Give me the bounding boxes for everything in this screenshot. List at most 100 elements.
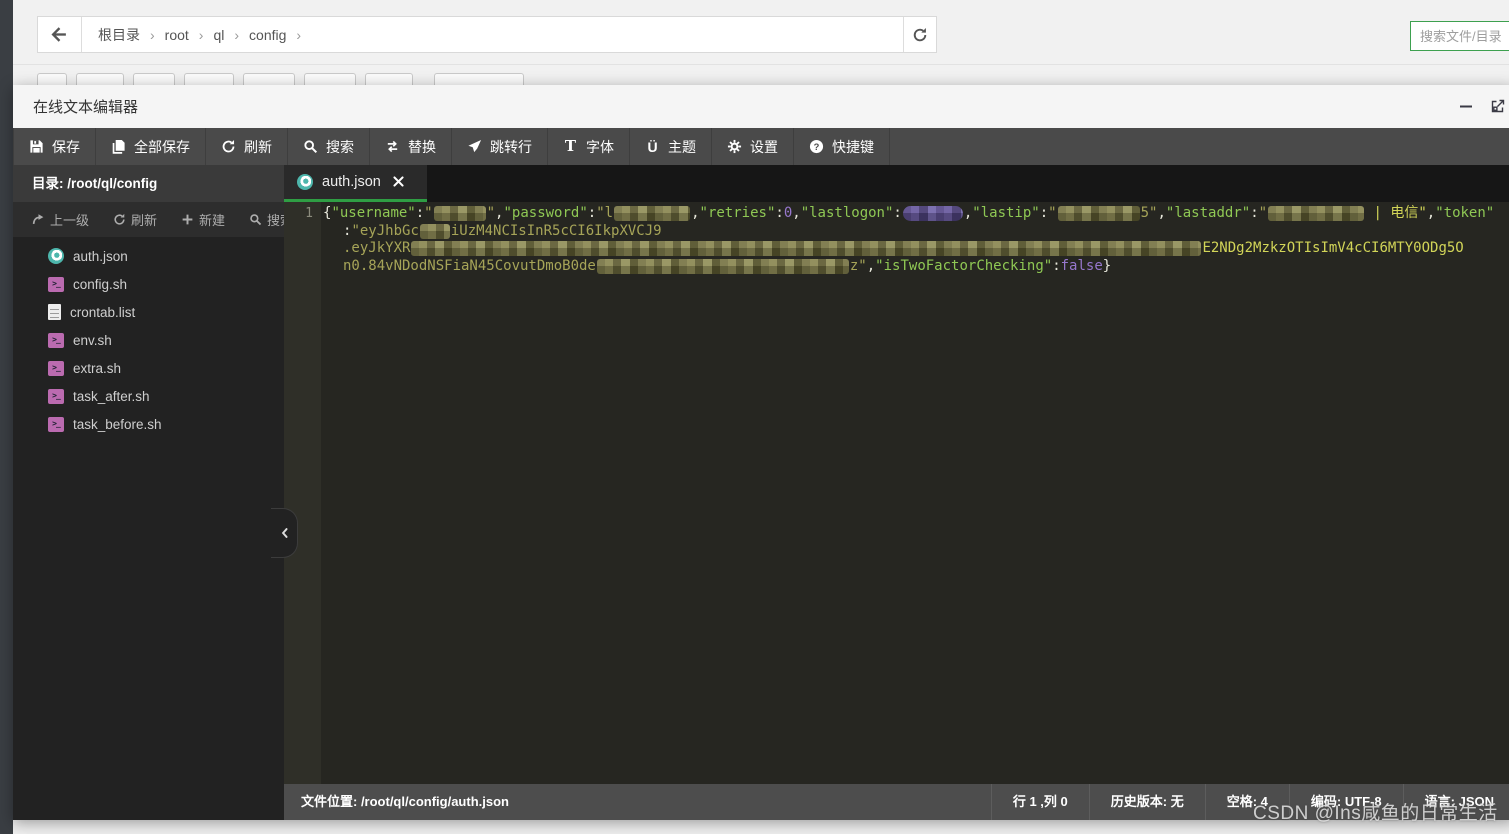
toolbar-button-search[interactable]: 搜索 (288, 128, 370, 165)
sidebar-action-up-level[interactable]: 上一级 (32, 210, 89, 229)
status-cell[interactable]: 历史版本: 无 (1089, 784, 1205, 820)
redacted-blur (434, 206, 486, 221)
status-cell[interactable]: 空格: 4 (1205, 784, 1289, 820)
code-token: " (1259, 205, 1267, 221)
code-token: "retries" (700, 205, 776, 221)
code-token: "password" (503, 205, 587, 221)
toolbar-button-label: 快捷键 (832, 137, 874, 157)
status-cell[interactable]: 语言: JSON (1403, 784, 1509, 820)
code-content[interactable]: {"username":"","password":"l,"retries":0… (321, 202, 1509, 784)
code-token: , (1427, 205, 1435, 221)
breadcrumb-item[interactable]: ql (211, 27, 226, 43)
toolbar-button-label: 替换 (408, 137, 436, 157)
file-sidebar: 目录: /root/ql/config 上一级刷新新建搜索 auth.json>… (13, 165, 284, 820)
code-token: : (588, 205, 596, 221)
file-name: auth.json (73, 249, 128, 264)
toolbar-button-font[interactable]: T字体 (548, 128, 630, 165)
code-token: : (775, 205, 783, 221)
new-icon (181, 213, 194, 226)
header-divider (13, 64, 1509, 65)
file-item-task-before-sh[interactable]: >_ task_before.sh (13, 410, 284, 438)
search-input[interactable] (1410, 21, 1509, 51)
toolbar-button-save[interactable]: 保存 (13, 128, 96, 165)
goto-line-icon (467, 139, 482, 154)
status-cell[interactable]: 行 1 ,列 0 (991, 784, 1089, 820)
settings-icon (727, 139, 742, 154)
toolbar-button-refresh[interactable]: 刷新 (206, 128, 288, 165)
toolbar-button-goto-line[interactable]: 跳转行 (452, 128, 548, 165)
redacted-blur (614, 206, 690, 221)
shell-file-icon: >_ (48, 277, 64, 292)
sidebar-action-new[interactable]: 新建 (181, 210, 225, 229)
sidebar-collapse-handle[interactable] (271, 508, 298, 558)
toolbar-button-theme[interactable]: Ü 主题 (630, 128, 712, 165)
breadcrumb-item[interactable]: 根目录 (96, 25, 142, 45)
file-item-auth-json[interactable]: auth.json (13, 242, 284, 270)
status-cell[interactable]: 编码: UTF-8 (1289, 784, 1403, 820)
file-item-env-sh[interactable]: >_ env.sh (13, 326, 284, 354)
refresh-icon (113, 213, 126, 226)
chevron-right-icon: › (234, 27, 239, 43)
search-icon (303, 139, 318, 154)
file-item-extra-sh[interactable]: >_ extra.sh (13, 354, 284, 382)
theme-icon: Ü (645, 139, 660, 154)
code-token: " (1048, 205, 1056, 221)
font-icon: T (563, 139, 578, 154)
code-line-segment: {"username":"","password":"l,"retries":0… (321, 205, 1509, 223)
redacted-blur (597, 259, 849, 274)
code-token: E2NDg2MzkzOTIsImV4cCI6MTY0ODg5O (1202, 240, 1463, 256)
sidebar-actions: 上一级刷新新建搜索 (13, 202, 284, 237)
file-name: config.sh (73, 277, 127, 292)
shell-file-icon: >_ (48, 417, 64, 432)
code-token: : (1052, 258, 1060, 274)
code-token: "lastaddr" (1166, 205, 1250, 221)
back-button[interactable] (38, 17, 82, 52)
toolbar-button-save-all[interactable]: 全部保存 (96, 128, 206, 165)
file-manager-header: 根目录›root›ql›config› (13, 0, 1509, 85)
code-token: 0 (784, 205, 792, 221)
file-name: extra.sh (73, 361, 121, 376)
tab-auth-json[interactable]: auth.json (284, 165, 427, 202)
json-file-icon (48, 248, 64, 264)
maximize-icon[interactable] (1489, 97, 1507, 115)
shell-file-icon: >_ (48, 333, 64, 348)
toolbar-button-settings[interactable]: 设置 (712, 128, 794, 165)
close-icon[interactable] (392, 175, 406, 189)
dialog-titlebar[interactable]: 在线文本编辑器 (13, 85, 1509, 128)
shell-file-icon: >_ (48, 389, 64, 404)
line-number: 1 (305, 206, 313, 221)
tab-label: auth.json (322, 174, 381, 190)
toolbar-button-shortcuts[interactable]: ? 快捷键 (794, 128, 890, 165)
toolbar-button-replace[interactable]: 替换 (370, 128, 452, 165)
breadcrumb-refresh-button[interactable] (903, 17, 936, 52)
code-token: "isTwoFactorChecking" (875, 258, 1052, 274)
code-token: false (1061, 258, 1103, 274)
sidebar-action-refresh[interactable]: 刷新 (113, 210, 157, 229)
file-item-config-sh[interactable]: >_ config.sh (13, 270, 284, 298)
breadcrumb-items: 根目录›root›ql›config› (82, 17, 903, 52)
code-token: iUzM4NCIsInR5cCI6IkpXVCJ9 (451, 223, 662, 239)
sidebar-action-label: 刷新 (131, 210, 157, 229)
toolbar-button-label: 主题 (668, 137, 696, 157)
file-item-crontab-list[interactable]: crontab.list (13, 298, 284, 326)
file-item-task-after-sh[interactable]: >_task_after.sh (13, 382, 284, 410)
toolbar-button-label: 设置 (750, 137, 778, 157)
code-token: : (1040, 205, 1048, 221)
minimize-icon[interactable] (1457, 97, 1475, 115)
svg-text:?: ? (814, 142, 820, 152)
shortcuts-icon: ? (809, 139, 824, 154)
code-editor[interactable]: 1 {"username":"","password":"l,"retries"… (284, 202, 1509, 784)
breadcrumb: 根目录›root›ql›config› (37, 16, 937, 53)
breadcrumb-item[interactable]: root (163, 27, 191, 43)
shell-file-icon: >_ (48, 361, 64, 376)
sidebar-action-label: 新建 (199, 210, 225, 229)
save-all-icon (111, 139, 126, 154)
dialog-title: 在线文本编辑器 (13, 96, 138, 117)
code-token: "lastip" (972, 205, 1039, 221)
code-token: : (1250, 205, 1258, 221)
code-token: "eyJhbGc (351, 223, 418, 239)
editor-toolbar: 保存全部保存刷新搜索 替换跳转行T字体 Ü 主题 设置? 快捷键 (13, 128, 1509, 165)
breadcrumb-item[interactable]: config (247, 27, 288, 43)
file-name: env.sh (73, 333, 112, 348)
file-name: task_before.sh (73, 417, 162, 432)
